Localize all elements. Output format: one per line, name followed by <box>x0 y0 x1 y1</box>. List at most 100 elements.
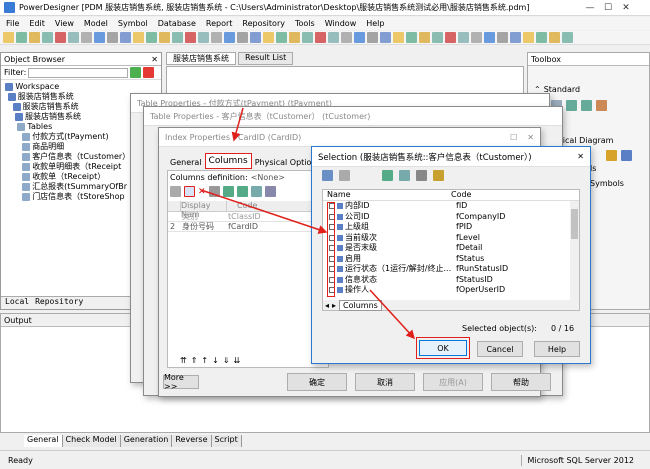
toolbar-button-icon[interactable] <box>198 32 209 43</box>
maximize-icon[interactable]: ☐ <box>510 133 517 142</box>
tab-general[interactable]: General <box>167 156 205 169</box>
page-down-icon[interactable]: ⇓ <box>223 356 230 365</box>
menu-repository[interactable]: Repository <box>242 19 285 28</box>
list-item[interactable]: 内部IDfID <box>323 201 579 212</box>
toolbar-button-icon[interactable] <box>497 32 508 43</box>
customize-icon[interactable] <box>433 170 444 181</box>
output-tab-generation[interactable]: Generation <box>121 435 173 447</box>
menu-tools[interactable]: Tools <box>295 19 315 28</box>
output-tab-check-model[interactable]: Check Model <box>63 435 121 447</box>
help-button[interactable]: Help <box>534 341 580 357</box>
header-display-name[interactable]: Display Nam <box>180 201 226 211</box>
apply-cn-button[interactable]: 应用(A) <box>423 373 483 391</box>
toolbar-button-icon[interactable] <box>393 32 404 43</box>
filter-clear-icon[interactable] <box>143 67 154 78</box>
filter-selection-icon[interactable] <box>399 170 410 181</box>
header-code[interactable]: Code <box>447 190 471 200</box>
cancel-cn-button[interactable]: 取消 <box>355 373 415 391</box>
menu-file[interactable]: File <box>6 19 19 28</box>
move-bottom-icon[interactable]: ⇊ <box>234 356 241 365</box>
ok-button[interactable]: OK <box>419 340 467 356</box>
move-up-icon[interactable]: ↑ <box>201 356 208 365</box>
header-name[interactable]: Name <box>323 190 447 200</box>
toolbar-button-icon[interactable] <box>107 32 118 43</box>
toolbar-button-icon[interactable] <box>562 32 573 43</box>
menu-help[interactable]: Help <box>366 19 384 28</box>
toolbar-button-icon[interactable] <box>81 32 92 43</box>
toolbar-button-icon[interactable] <box>276 32 287 43</box>
toolbar-button-icon[interactable] <box>367 32 378 43</box>
deselect-icon[interactable] <box>339 170 350 181</box>
filter-apply-icon[interactable] <box>130 67 141 78</box>
help-cn-button[interactable]: 帮助 <box>491 373 551 391</box>
toolbar-button-icon[interactable] <box>263 32 274 43</box>
toolbar-button-icon[interactable] <box>120 32 131 43</box>
menu-database[interactable]: Database <box>158 19 196 28</box>
tree-item[interactable]: Workspace <box>3 82 161 92</box>
list-item[interactable]: 操作人fOperUserID <box>323 285 579 296</box>
toolbar-button-icon[interactable] <box>432 32 443 43</box>
zoom-in-tool-icon[interactable] <box>566 100 577 111</box>
toolbar-button-icon[interactable] <box>341 32 352 43</box>
select-all-icon[interactable] <box>322 170 333 181</box>
list-item[interactable]: 是否末级fDetail <box>323 243 579 254</box>
toolbar-button-icon[interactable] <box>211 32 222 43</box>
toolbar-button-icon[interactable] <box>445 32 456 43</box>
toolbar-button-icon[interactable] <box>510 32 521 43</box>
menu-symbol[interactable]: Symbol <box>118 19 148 28</box>
toolbar-button-icon[interactable] <box>172 32 183 43</box>
tab-local[interactable]: Local <box>5 297 29 309</box>
find-icon[interactable] <box>209 186 220 197</box>
export-icon[interactable] <box>237 186 248 197</box>
filter-input[interactable] <box>28 68 128 78</box>
page-up-icon[interactable]: ⇑ <box>191 356 198 365</box>
list-item[interactable]: 当前级次fLevel <box>323 233 579 244</box>
toolbar-button-icon[interactable] <box>94 32 105 43</box>
toolbar-button-icon[interactable] <box>146 32 157 43</box>
toolbar-button-icon[interactable] <box>237 32 248 43</box>
delete-icon[interactable]: ✕ <box>198 187 206 197</box>
menu-view[interactable]: View <box>55 19 74 28</box>
more-button[interactable]: More >> <box>163 375 199 389</box>
minimize-icon[interactable]: — <box>583 1 597 15</box>
menu-model[interactable]: Model <box>84 19 108 28</box>
scroll-left-icon[interactable]: ◂ <box>325 301 329 310</box>
list-item[interactable]: 公司IDfCompanyID <box>323 212 579 223</box>
tab-repository[interactable]: Repository <box>35 297 83 309</box>
customize-icon[interactable] <box>251 186 262 197</box>
menu-edit[interactable]: Edit <box>29 19 45 28</box>
pin-icon[interactable]: ✕ <box>151 55 158 64</box>
cancel-button[interactable]: Cancel <box>477 341 523 357</box>
toolbar-button-icon[interactable] <box>458 32 469 43</box>
output-tab-script[interactable]: Script <box>212 435 242 447</box>
zoom-out-tool-icon[interactable] <box>581 100 592 111</box>
view-tool-icon[interactable] <box>621 150 632 161</box>
toolbar-button-icon[interactable] <box>185 32 196 43</box>
toolbar-button-icon[interactable] <box>250 32 261 43</box>
find-icon[interactable] <box>416 170 427 181</box>
properties-icon[interactable] <box>170 186 181 197</box>
tab-columns-sel[interactable]: Columns <box>339 300 382 311</box>
properties-tool-icon[interactable] <box>596 100 607 111</box>
list-item[interactable]: 启用fStatus <box>323 254 579 265</box>
toolbar-button-icon[interactable] <box>484 32 495 43</box>
header-code[interactable]: Code <box>226 201 276 211</box>
toolbar-button-icon[interactable] <box>328 32 339 43</box>
toolbar-button-icon[interactable] <box>159 32 170 43</box>
close-icon[interactable]: ✕ <box>619 1 633 15</box>
toolbar-button-icon[interactable] <box>42 32 53 43</box>
close-icon[interactable]: ✕ <box>527 133 534 142</box>
table-row[interactable]: 2身份号码fCardID <box>168 222 328 232</box>
move-down-icon[interactable]: ↓ <box>212 356 219 365</box>
vertical-scrollbar[interactable] <box>570 201 579 301</box>
ok-cn-button[interactable]: 确定 <box>287 373 347 391</box>
reference-tool-icon[interactable] <box>606 150 617 161</box>
toolbar-button-icon[interactable] <box>419 32 430 43</box>
close-icon[interactable]: ✕ <box>577 152 584 161</box>
list-item[interactable]: 上级组fPID <box>323 222 579 233</box>
maximize-icon[interactable]: ☐ <box>601 1 615 15</box>
toolbar-button-icon[interactable] <box>406 32 417 43</box>
tab-diagram[interactable]: 服装店销售系统 <box>166 52 236 65</box>
toolbar-button-icon[interactable] <box>354 32 365 43</box>
print-icon[interactable] <box>265 186 276 197</box>
